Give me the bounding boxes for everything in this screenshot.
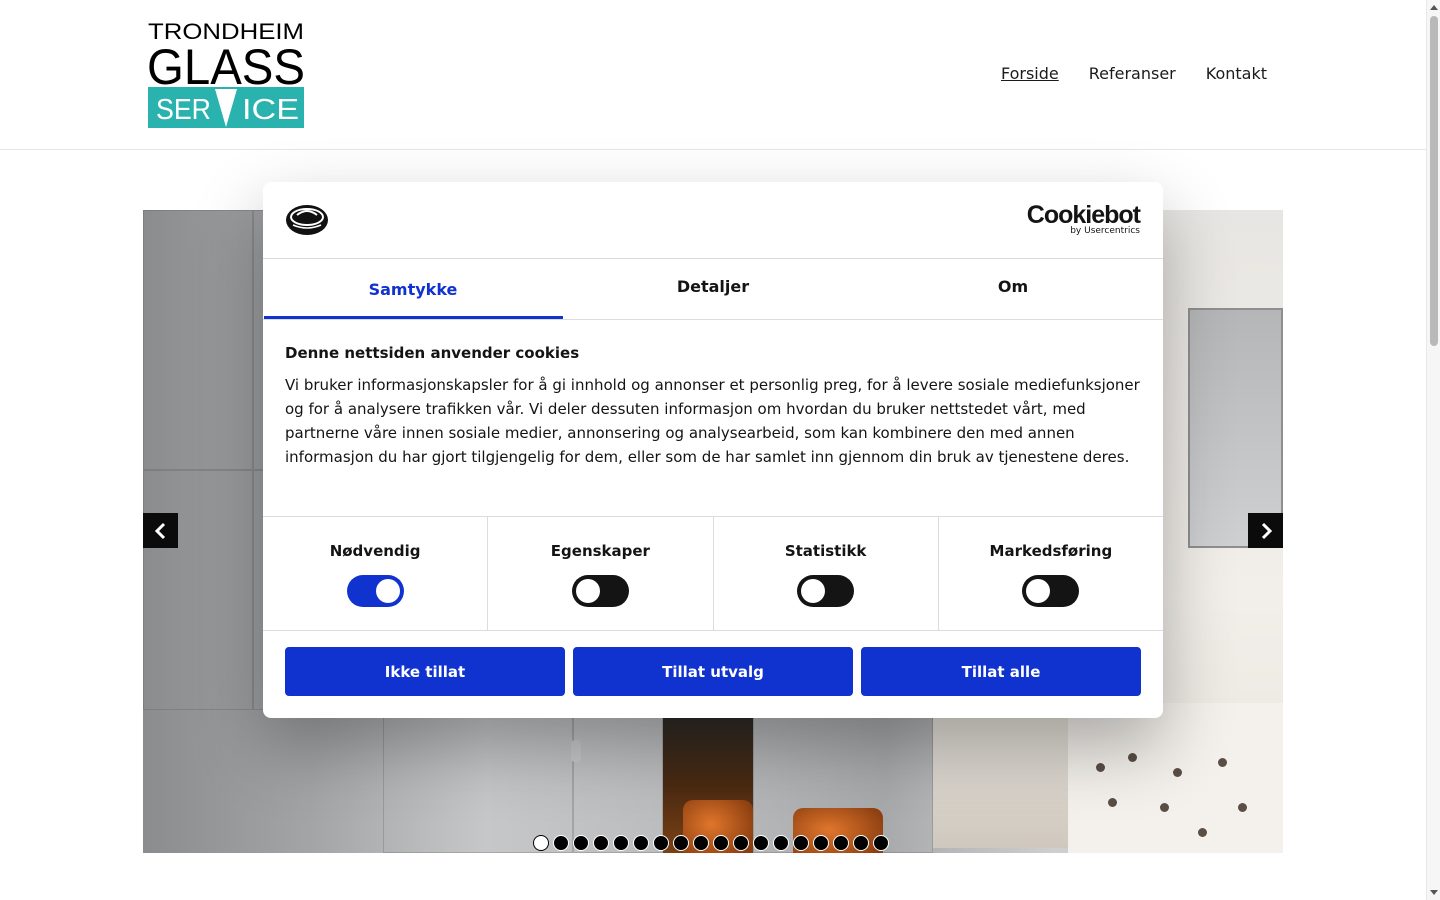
tab-om[interactable]: Om (863, 259, 1163, 319)
category-markedsforing: Markedsføring (939, 517, 1163, 630)
nav-link-kontakt[interactable]: Kontakt (1206, 64, 1267, 83)
markedsforing-toggle[interactable] (1022, 575, 1080, 607)
wall-tile (143, 470, 253, 710)
scroll-up-icon[interactable] (1430, 5, 1438, 10)
tub-jet (1128, 753, 1137, 762)
slider-dot[interactable] (533, 835, 549, 851)
slider-dot[interactable] (593, 835, 609, 851)
dialog-body: Denne nettsiden anvender cookies Vi bruk… (263, 320, 1163, 517)
slider-dot[interactable] (733, 835, 749, 851)
tub-jet (1096, 763, 1105, 772)
slider-dot[interactable] (773, 835, 789, 851)
category-label: Markedsføring (989, 542, 1113, 560)
wall-niche (1188, 308, 1283, 548)
tub-jet (1198, 828, 1207, 837)
page-scrollbar[interactable] (1426, 0, 1440, 900)
slider-prev-button[interactable] (143, 513, 178, 548)
slider-dot[interactable] (573, 835, 589, 851)
category-label: Statistikk (784, 542, 867, 560)
toggle-knob (375, 579, 400, 603)
slider-dot[interactable] (673, 835, 689, 851)
dialog-description: Vi bruker informasjonskapsler for å gi i… (285, 376, 1140, 466)
dialog-tabs: Samtykke Detaljer Om (263, 259, 1163, 320)
cookie-consent-dialog: Cookiebot by Usercentrics Samtykke Detal… (263, 182, 1163, 718)
scroll-thumb[interactable] (1430, 16, 1438, 346)
slider-dot[interactable] (553, 835, 569, 851)
shower-tap (571, 740, 581, 762)
dialog-heading: Denne nettsiden anvender cookies (285, 344, 580, 362)
cookiebot-logo[interactable]: Cookiebot by Usercentrics (1026, 201, 1141, 236)
chevron-right-icon (1261, 522, 1272, 539)
tab-detaljer[interactable]: Detaljer (563, 259, 863, 319)
main-nav: Forside Referanser Kontakt (1001, 64, 1267, 83)
tub-jet (1160, 803, 1169, 812)
slider-dot[interactable] (853, 835, 869, 851)
slider-dot[interactable] (833, 835, 849, 851)
slider-dot[interactable] (653, 835, 669, 851)
allow-all-button[interactable]: Tillat alle (861, 647, 1141, 696)
tub-jet (1108, 798, 1117, 807)
chevron-left-icon (154, 522, 165, 539)
svg-text:ICE: ICE (242, 94, 299, 126)
cookie-icon (285, 203, 329, 241)
slider-dot[interactable] (613, 835, 629, 851)
nav-link-referanser[interactable]: Referanser (1089, 64, 1176, 83)
nav-link-forside[interactable]: Forside (1001, 64, 1059, 83)
wall-tile (143, 210, 253, 470)
site-logo[interactable]: TRONDHEIM GLASS SER ICE (147, 19, 305, 129)
slider-dot[interactable] (713, 835, 729, 851)
toggle-knob (575, 579, 600, 603)
tub-jet (1238, 803, 1247, 812)
cookiebot-name: Cookiebot (1026, 201, 1141, 229)
consent-categories: Nødvendig Egenskaper Statistikk Markedsf… (263, 517, 1163, 631)
bathtub-rim (933, 708, 1078, 848)
deny-button[interactable]: Ikke tillat (285, 647, 565, 696)
slider-next-button[interactable] (1248, 513, 1283, 548)
dialog-actions: Ikke tillat Tillat utvalg Tillat alle (263, 631, 1163, 712)
category-egenskaper: Egenskaper (488, 517, 714, 630)
slider-dot[interactable] (633, 835, 649, 851)
toggle-knob (1026, 579, 1051, 603)
category-nodvendig: Nødvendig (263, 517, 489, 630)
slider-dot[interactable] (873, 835, 889, 851)
toggle-knob (801, 579, 826, 603)
tab-samtykke[interactable]: Samtykke (263, 259, 563, 319)
slider-dot[interactable] (813, 835, 829, 851)
statistikk-toggle[interactable] (797, 575, 855, 607)
bathtub (1068, 703, 1283, 853)
category-label: Egenskaper (550, 542, 650, 560)
allow-selection-button[interactable]: Tillat utvalg (573, 647, 853, 696)
slider-dot[interactable] (793, 835, 809, 851)
slider-dot[interactable] (693, 835, 709, 851)
dialog-header: Cookiebot by Usercentrics (263, 182, 1163, 259)
nodvendig-toggle[interactable] (346, 575, 404, 607)
svg-text:SER: SER (156, 94, 211, 126)
slider-dot[interactable] (753, 835, 769, 851)
scroll-down-icon[interactable] (1430, 890, 1438, 895)
category-label: Nødvendig (329, 542, 421, 560)
svg-text:GLASS: GLASS (147, 39, 305, 95)
egenskaper-toggle[interactable] (571, 575, 629, 607)
site-header: TRONDHEIM GLASS SER ICE Forside Referans… (0, 0, 1426, 150)
tub-jet (1173, 768, 1182, 777)
category-statistikk: Statistikk (714, 517, 939, 630)
slider-pagination (533, 835, 889, 851)
tub-jet (1218, 758, 1227, 767)
